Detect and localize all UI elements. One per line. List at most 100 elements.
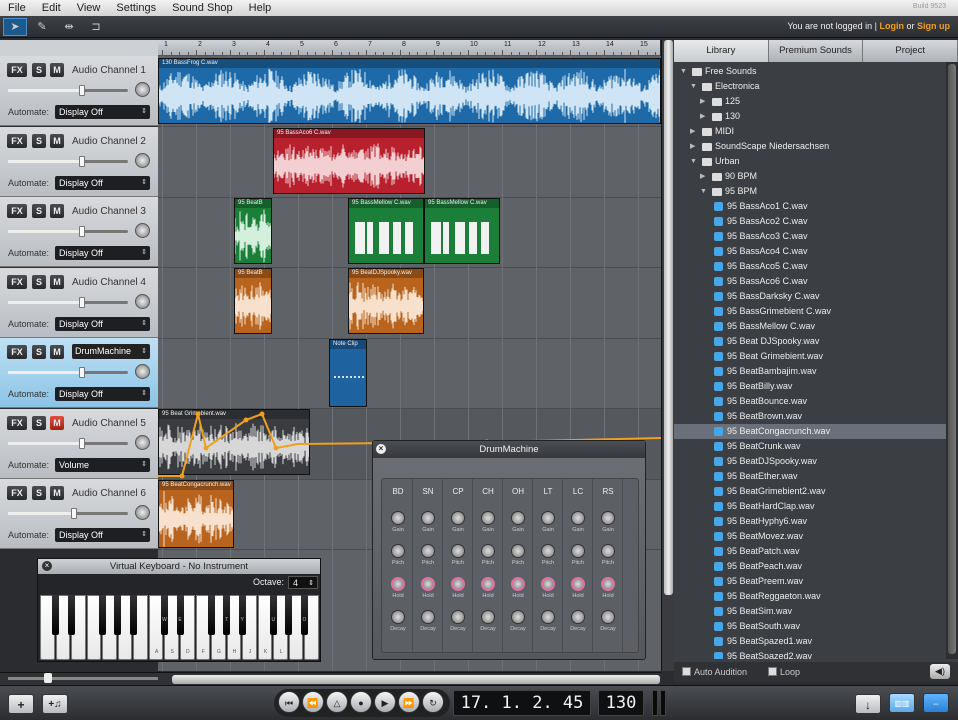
- drum-gain-knob[interactable]: [421, 511, 435, 525]
- collapsed-caret-icon[interactable]: ▶: [700, 94, 705, 109]
- glue-tool-button[interactable]: ⊐: [84, 18, 108, 36]
- audio-clip[interactable]: 95 BeatCongacrunch.wav: [158, 480, 234, 548]
- drum-pitch-knob[interactable]: [541, 544, 555, 558]
- drum-gain-knob[interactable]: [601, 511, 615, 525]
- folder-item[interactable]: ▶ 130: [674, 109, 946, 124]
- automate-select[interactable]: Display Off ⇕: [55, 175, 150, 190]
- solo-button[interactable]: S: [32, 345, 46, 359]
- folder-item[interactable]: ▶ 90 BPM: [674, 169, 946, 184]
- tempo-display[interactable]: 130: [598, 690, 644, 716]
- collapsed-caret-icon[interactable]: ▶: [690, 124, 695, 139]
- mute-button[interactable]: M: [50, 345, 64, 359]
- timeline-ruler[interactable]: 1 2 3 4 5 6 7 8 9 10 11 12 13 14 15: [158, 40, 665, 56]
- automation-point[interactable]: [243, 417, 249, 423]
- file-item[interactable]: 95 BeatCrunk.wav: [674, 439, 946, 454]
- file-item[interactable]: 95 BeatEther.wav: [674, 469, 946, 484]
- drum-hold-knob[interactable]: [571, 577, 585, 591]
- file-item[interactable]: 95 BassAco4 C.wav: [674, 244, 946, 259]
- file-item[interactable]: 95 BeatHardClap.wav: [674, 499, 946, 514]
- drum-decay-knob[interactable]: [571, 610, 585, 624]
- file-item[interactable]: 95 BeatMovez.wav: [674, 529, 946, 544]
- file-item[interactable]: 95 BeatSpazed2.wav: [674, 649, 946, 659]
- folder-item[interactable]: ▼ Free Sounds: [674, 64, 946, 79]
- drum-pitch-knob[interactable]: [451, 544, 465, 558]
- file-item[interactable]: 95 BassGrimebient C.wav: [674, 304, 946, 319]
- black-key[interactable]: W: [160, 595, 168, 635]
- volume-knob[interactable]: [79, 226, 86, 237]
- arrangement-vertical-scrollbar[interactable]: [661, 40, 674, 671]
- automation-point[interactable]: [179, 473, 185, 479]
- volume-knob[interactable]: [79, 296, 86, 308]
- drum-decay-knob[interactable]: [541, 610, 555, 624]
- drum-decay-knob[interactable]: [601, 610, 615, 624]
- black-key[interactable]: U: [269, 595, 277, 635]
- fx-button[interactable]: FX: [7, 345, 27, 359]
- stop-icon[interactable]: ●: [350, 691, 372, 713]
- instrument-select[interactable]: DrumMachine ⇕: [72, 344, 150, 359]
- volume-slider[interactable]: [8, 85, 128, 96]
- solo-button[interactable]: S: [32, 63, 46, 77]
- volume-slider[interactable]: [8, 155, 128, 167]
- audio-clip[interactable]: 95 BeatB: [234, 198, 272, 264]
- mute-button[interactable]: M: [50, 486, 64, 500]
- fx-button[interactable]: FX: [7, 204, 27, 218]
- menu-item-settings[interactable]: Settings: [108, 2, 164, 14]
- fx-button[interactable]: FX: [7, 274, 27, 289]
- volume-slider[interactable]: [8, 296, 128, 308]
- play-icon[interactable]: ▶: [374, 691, 396, 713]
- file-item[interactable]: 95 BassAco6 C.wav: [674, 274, 946, 289]
- folder-item[interactable]: ▶ 125: [674, 94, 946, 109]
- mute-button[interactable]: M: [50, 415, 64, 430]
- file-item[interactable]: 95 BassAco3 C.wav: [674, 229, 946, 244]
- fast-forward-icon[interactable]: ⏩: [398, 691, 420, 713]
- expanded-caret-icon[interactable]: ▼: [700, 184, 707, 199]
- rewind-icon[interactable]: ⏪: [302, 691, 324, 713]
- folder-item[interactable]: ▼ Electronica: [674, 79, 946, 94]
- black-key[interactable]: O: [300, 595, 308, 635]
- solo-button[interactable]: S: [32, 133, 46, 148]
- drum-gain-knob[interactable]: [481, 511, 495, 525]
- file-item[interactable]: 95 BeatSpazed1.wav: [674, 634, 946, 649]
- drum-hold-knob[interactable]: [601, 577, 615, 591]
- file-item[interactable]: 95 BassAco5 C.wav: [674, 259, 946, 274]
- black-key[interactable]: Y: [238, 595, 246, 635]
- volume-knob[interactable]: [79, 367, 86, 378]
- file-item[interactable]: 95 BeatBambajim.wav: [674, 364, 946, 379]
- mute-button[interactable]: M: [50, 133, 64, 148]
- file-item[interactable]: 95 BassAco2 C.wav: [674, 214, 946, 229]
- audio-clip[interactable]: 95 BassMellow C.wav: [348, 198, 424, 264]
- octave-select[interactable]: 4 ⇕: [288, 576, 318, 589]
- add-track-button[interactable]: +: [8, 694, 34, 714]
- file-item[interactable]: 95 Beat Grimebient.wav: [674, 349, 946, 364]
- loop-icon[interactable]: ↻: [422, 691, 444, 713]
- black-key[interactable]: [52, 595, 60, 635]
- signup-link[interactable]: Sign up: [917, 21, 950, 31]
- solo-button[interactable]: S: [32, 415, 46, 430]
- automate-select[interactable]: Display Off ⇕: [55, 387, 150, 401]
- drum-gain-knob[interactable]: [571, 511, 585, 525]
- menu-item-sound-shop[interactable]: Sound Shop: [164, 2, 241, 14]
- volume-slider[interactable]: [8, 226, 128, 237]
- drum-decay-knob[interactable]: [511, 610, 525, 624]
- black-key[interactable]: E: [176, 595, 184, 635]
- menu-item-edit[interactable]: Edit: [34, 2, 69, 14]
- automation-point[interactable]: [195, 411, 201, 417]
- download-icon[interactable]: ↓: [855, 694, 881, 714]
- audio-clip[interactable]: 95 BassAco6 C.wav: [273, 128, 425, 194]
- menu-item-help[interactable]: Help: [241, 2, 280, 14]
- file-item[interactable]: 95 BassDarksky C.wav: [674, 289, 946, 304]
- audio-clip[interactable]: 95 BeatDJSpooky.wav: [348, 268, 424, 334]
- browser-toggle-icon[interactable]: ⇔: [923, 693, 949, 713]
- mute-button[interactable]: M: [50, 63, 64, 77]
- file-item[interactable]: 95 BeatCongacrunch.wav: [674, 424, 946, 439]
- automate-select[interactable]: Display Off ⇕: [55, 105, 150, 119]
- black-key[interactable]: [98, 595, 106, 635]
- pan-knob[interactable]: [135, 505, 150, 520]
- keyboard-icon[interactable]: ▥▥: [889, 693, 915, 713]
- folder-item[interactable]: ▶ SoundScape Niedersachsen: [674, 139, 946, 154]
- automate-select[interactable]: Volume ⇕: [55, 457, 150, 472]
- close-icon[interactable]: ×: [42, 561, 52, 571]
- folder-item[interactable]: ▼ 95 BPM: [674, 184, 946, 199]
- rewind-to-start-icon[interactable]: ⏮: [278, 691, 300, 713]
- collapsed-caret-icon[interactable]: ▶: [690, 139, 695, 154]
